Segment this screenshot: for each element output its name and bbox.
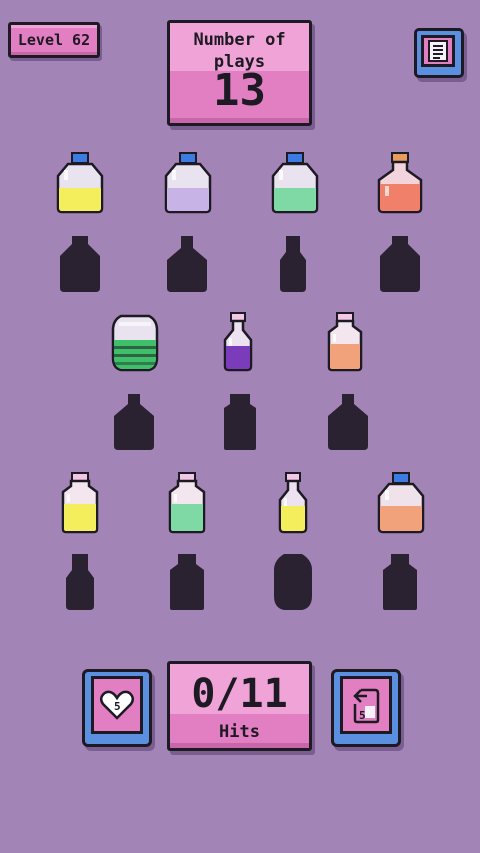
- silhouette-tall-neck-2: [66, 554, 94, 610]
- undo-button[interactable]: 5: [331, 669, 401, 747]
- silhouette-jug-1: [60, 236, 100, 292]
- silhouette-square-2: [170, 554, 204, 610]
- silhouette-jug-2: [380, 236, 420, 292]
- bottle-peach-jug[interactable]: [373, 472, 429, 534]
- bottle-green-barrel[interactable]: [108, 312, 162, 372]
- silhouette-square-3: [383, 554, 417, 610]
- hits-count: 0/11: [191, 671, 288, 717]
- bottle-mint-square[interactable]: [166, 472, 208, 534]
- heart-button-count: 5: [114, 700, 121, 713]
- plays-counter-panel: Number of plays 13: [167, 20, 312, 126]
- bottle-coral-flask[interactable]: [374, 152, 426, 214]
- bottle-purple-vial[interactable]: [221, 312, 255, 372]
- silhouette-square-1: [224, 394, 256, 450]
- bottle-peach-square[interactable]: [325, 312, 365, 372]
- level-label: Level 62: [17, 31, 91, 49]
- undo-icon: [353, 688, 380, 724]
- silhouette-barrel: [274, 554, 312, 610]
- bottle-yellow-vial[interactable]: [276, 472, 310, 534]
- plays-count: 13: [213, 65, 266, 116]
- silhouette-round-2: [328, 394, 368, 450]
- bottle-mint-jug[interactable]: [267, 152, 323, 214]
- undo-button-count: 5: [359, 709, 366, 722]
- silhouette-flask-1: [167, 236, 207, 292]
- hits-label: Hits: [219, 722, 260, 742]
- bottle-yellow-jug[interactable]: [52, 152, 108, 214]
- hits-counter-panel: 0/11 Hits: [167, 661, 312, 751]
- list-icon: [428, 40, 448, 62]
- silhouette-round-1: [114, 394, 154, 450]
- silhouette-tall-neck-1: [280, 236, 306, 292]
- bottle-yellow-square[interactable]: [59, 472, 101, 534]
- heart-hint-button[interactable]: 5: [82, 669, 152, 747]
- level-badge: Level 62: [8, 22, 100, 58]
- bottle-lavender-jug[interactable]: [160, 152, 216, 214]
- menu-button[interactable]: [414, 28, 464, 78]
